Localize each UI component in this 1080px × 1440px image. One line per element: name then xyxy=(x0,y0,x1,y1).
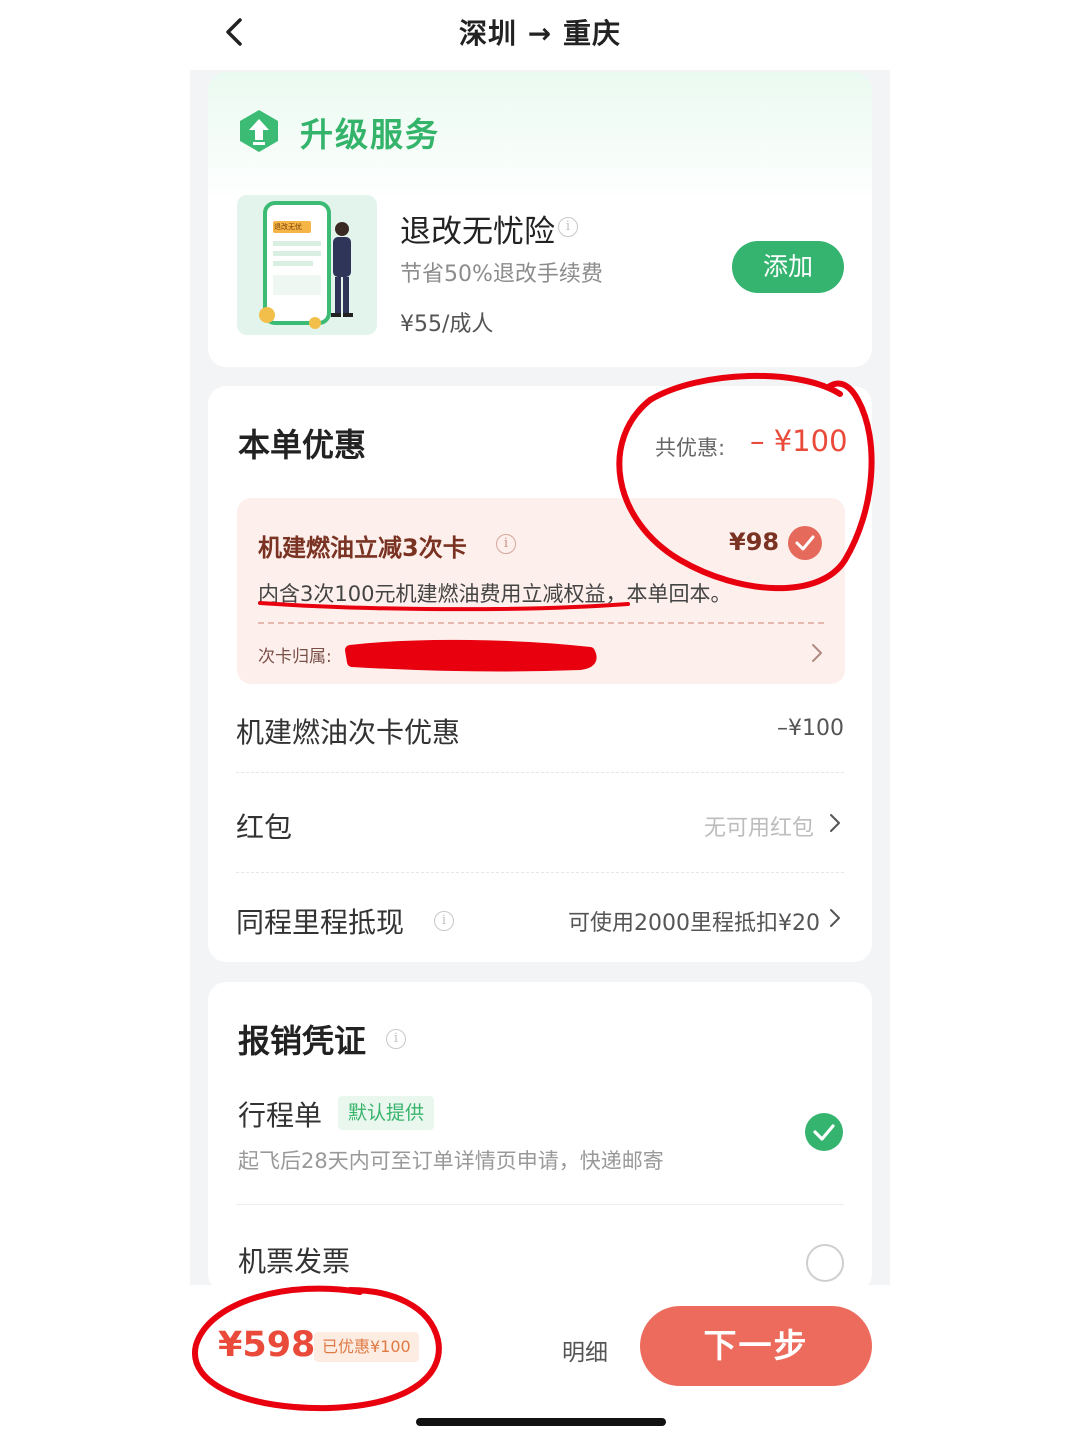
divider xyxy=(236,872,844,873)
check-icon[interactable] xyxy=(788,526,822,560)
chevron-right-icon[interactable] xyxy=(810,643,824,663)
illustration-label: 退改无忧 xyxy=(274,223,302,231)
info-icon[interactable]: i xyxy=(496,534,516,554)
receipt-title: 报销凭证 xyxy=(238,1022,367,1060)
next-step-button[interactable]: 下一步 xyxy=(640,1306,872,1386)
fuel-card-name: 机建燃油立减3次卡 xyxy=(258,534,467,562)
info-icon[interactable]: i xyxy=(386,1029,406,1049)
fuel-card-price: ¥98 xyxy=(729,528,780,556)
add-insurance-button[interactable]: 添加 xyxy=(732,241,844,293)
mileage-row-label: 同程里程抵现 xyxy=(236,906,405,939)
chevron-right-icon[interactable] xyxy=(828,908,842,928)
bottom-bar xyxy=(0,1285,1080,1440)
divider xyxy=(258,622,824,624)
discount-total-value: – ¥100 xyxy=(750,424,848,458)
insurance-name: 退改无忧险 xyxy=(400,214,555,250)
info-icon[interactable]: i xyxy=(434,911,454,931)
divider xyxy=(236,772,844,773)
red-packet-row-label[interactable]: 红包 xyxy=(236,806,292,846)
info-icon[interactable]: i xyxy=(558,217,578,237)
red-packet-row-value[interactable]: 无可用红包 xyxy=(704,810,814,842)
divider xyxy=(236,1204,844,1205)
mileage-row-value[interactable]: 可使用2000里程抵扣¥20 xyxy=(568,905,820,937)
fuel-discount-row-label: 机建燃油次卡优惠 xyxy=(236,716,461,749)
upgrade-arrow-icon xyxy=(240,110,278,152)
fuel-card-description: 内含3次100元机建燃油费用立减权益，本单回本。 xyxy=(258,582,732,606)
discount-total-label: 共优惠: xyxy=(655,436,726,460)
upgrade-title: 升级服务 xyxy=(300,115,440,154)
fuel-discount-row-value: –¥100 xyxy=(777,716,844,741)
itinerary-label[interactable]: 行程单 xyxy=(238,1094,322,1134)
discount-title: 本单优惠 xyxy=(238,426,367,464)
check-icon[interactable] xyxy=(805,1113,843,1151)
total-price: ¥598 xyxy=(218,1325,316,1365)
invoice-label[interactable]: 机票发票 xyxy=(238,1240,350,1280)
default-badge: 默认提供 xyxy=(338,1096,435,1130)
page-title: 深圳 → 重庆 xyxy=(459,17,621,50)
insurance-illustration: 退改无忧 xyxy=(237,195,377,335)
insurance-description: 节省50%退改手续费 xyxy=(400,262,603,287)
insurance-price: ¥55/成人 xyxy=(400,312,494,337)
itinerary-description: 起飞后28天内可至订单详情页申请，快递邮寄 xyxy=(238,1149,664,1173)
detail-link[interactable]: 明细 xyxy=(562,1333,608,1367)
invoice-radio[interactable] xyxy=(806,1244,844,1282)
chevron-right-icon[interactable] xyxy=(828,813,842,833)
card-owner-label: 次卡归属: xyxy=(258,647,332,667)
home-indicator xyxy=(416,1418,666,1426)
saved-badge: 已优惠¥100 xyxy=(314,1332,419,1362)
